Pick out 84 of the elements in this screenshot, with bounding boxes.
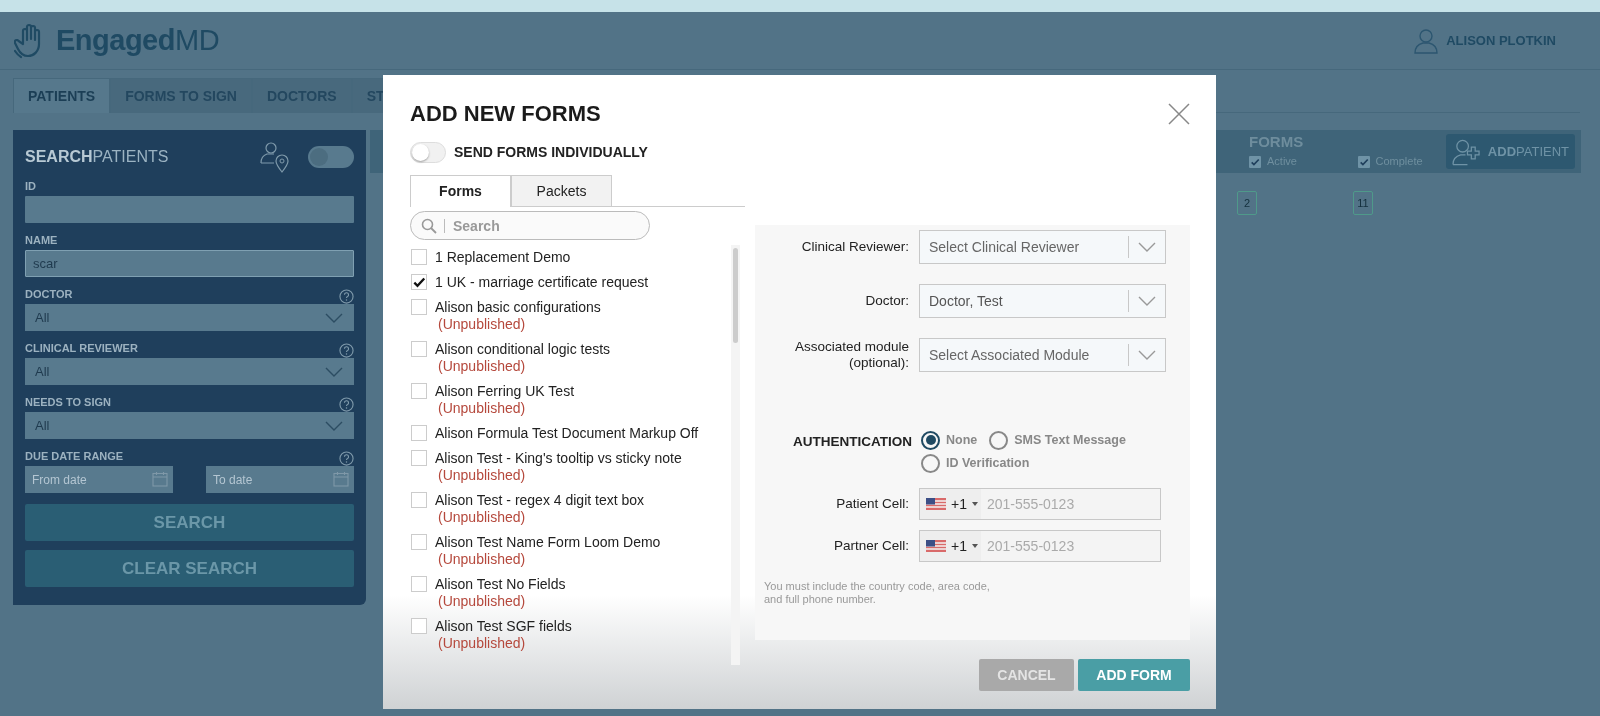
search-field[interactable]: Search [410,211,650,240]
field-label: Doctor: [864,293,910,309]
field-label: Associated module (optional): [793,339,910,371]
field-label: NAME [25,234,58,247]
scrollbar[interactable] [731,245,740,665]
checkbox[interactable] [411,249,427,265]
status-label: (Unpublished) [437,509,527,526]
status-label: (Unpublished) [437,467,527,484]
form-name[interactable]: Alison Test - regex 4 digit text box [435,492,645,508]
option-label: None [946,431,978,449]
field-label: CLINICAL REVIEWER [25,342,138,355]
toggle-switch[interactable] [308,146,354,168]
form-name[interactable]: Alison Formula Test Document Markup Off [435,425,699,441]
chevron-down-icon [324,419,344,432]
status-label: (Unpublished) [437,635,527,652]
modal-title: ADD NEW FORMS [410,101,601,128]
status-label: (Unpublished) [437,400,527,417]
checkbox[interactable] [411,274,427,290]
date-field[interactable]: From date [25,466,173,493]
help-icon[interactable] [339,451,354,466]
calendar-icon[interactable] [152,471,168,487]
checkbox[interactable] [411,492,427,508]
checkbox[interactable] [411,576,427,592]
checkbox[interactable] [411,341,427,357]
form-count: 11 [1353,191,1373,215]
option-label: ID Verification [946,454,1030,472]
field-label: NEEDS TO SIGN [25,396,111,409]
help-icon[interactable] [339,289,354,304]
form-name[interactable]: Alison basic configurations [435,299,601,315]
chevron-down-icon [1137,349,1157,361]
checkbox[interactable] [411,450,427,466]
form-name[interactable]: Alison conditional logic tests [435,341,611,357]
form-name[interactable]: Alison Test - King's tooltip vs sticky note [435,450,682,466]
input-field[interactable] [25,196,354,223]
field-label: DOCTOR [25,288,73,301]
field-label: ID [25,180,36,193]
chevron-down-icon [1137,241,1157,253]
field-label: Patient Cell: [835,496,910,512]
dropdown[interactable]: Doctor, Test [919,284,1166,318]
form-name[interactable]: Alison Test Name Form Loom Demo [435,534,661,550]
section-label: AUTHENTICATION [792,433,913,451]
calendar-icon[interactable] [333,471,349,487]
chevron-down-icon [1137,295,1157,307]
field-label: DUE DATE RANGE [25,450,124,463]
checkbox[interactable] [411,425,427,441]
checkbox[interactable] [1249,155,1261,168]
checkbox[interactable] [411,534,427,550]
status-label: (Unpublished) [437,593,527,610]
field-label: Partner Cell: [832,538,910,554]
checkbox[interactable] [411,383,427,399]
radio-button[interactable] [921,453,940,473]
option-label: SMS Text Message [1014,431,1126,449]
panel-title: SEARCHPATIENTS [25,147,169,167]
dropdown[interactable]: Select Associated Module [919,338,1166,372]
help-text: You must include the country code, area code, and full phone number. [764,580,991,606]
form-name[interactable]: Alison Test SGF fields [435,618,572,634]
form-count: 2 [1237,191,1257,215]
chevron-down-icon [324,365,344,378]
user-icon [1414,27,1439,54]
field-label: Clinical Reviewer: [800,239,910,255]
close-icon[interactable] [1168,103,1190,125]
checkbox[interactable] [411,299,427,315]
tab[interactable]: Forms [410,175,511,207]
dropdown[interactable]: Select Clinical Reviewer [919,230,1166,264]
status-label: (Unpublished) [437,316,527,333]
toggle-label: SEND FORMS INDIVIDUALLY [454,143,648,162]
form-name[interactable]: 1 Replacement Demo [435,249,571,265]
checkbox[interactable] [1357,155,1370,168]
person-location-icon [260,141,292,173]
form-name[interactable]: Alison Ferring UK Test [435,383,574,399]
toggle-switch[interactable] [410,142,446,163]
radio-button[interactable] [921,430,940,450]
tab[interactable]: Packets [511,175,612,206]
radio-button[interactable] [989,430,1009,450]
search-icon [421,218,437,234]
checkbox[interactable] [411,618,427,634]
help-icon[interactable] [339,397,354,412]
form-name[interactable]: Alison Test No Fields [435,576,566,592]
status-label: (Unpublished) [437,551,527,568]
chevron-down-icon [324,311,344,324]
date-field[interactable]: To date [206,466,354,493]
form-name[interactable]: 1 UK - marriage certificate request [435,274,649,290]
status-label: (Unpublished) [437,358,527,375]
help-icon[interactable] [339,343,354,358]
